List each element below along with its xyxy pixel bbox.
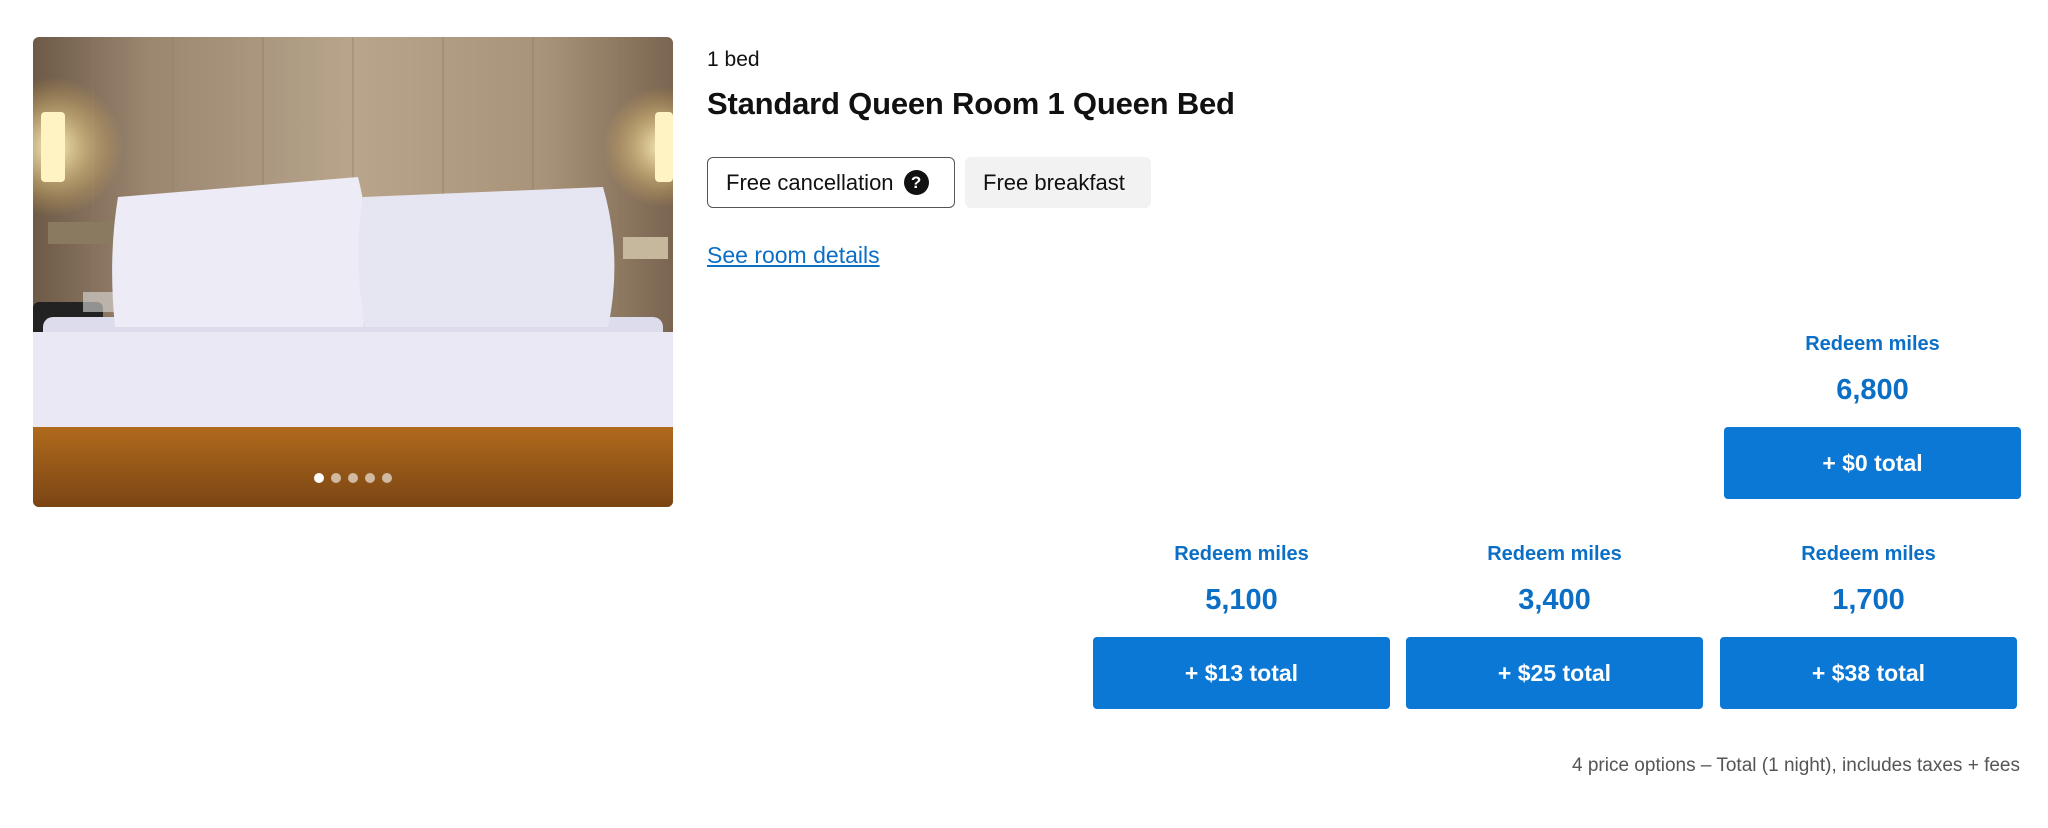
redeem-miles-label: Redeem miles	[1805, 333, 1940, 355]
carousel-dot-5[interactable]	[382, 473, 392, 483]
redeem-miles-label: Redeem miles	[1487, 543, 1622, 565]
room-photo	[33, 37, 673, 507]
carousel-dots	[33, 473, 673, 483]
free-cancellation-chip[interactable]: Free cancellation ?	[707, 157, 955, 208]
free-cancellation-label: Free cancellation	[726, 169, 894, 195]
room-photo-carousel[interactable]	[33, 37, 673, 507]
bed-count: 1 bed	[707, 48, 760, 71]
free-breakfast-chip: Free breakfast	[965, 157, 1151, 208]
price-option: Redeem miles 1,700 + $38 total	[1720, 543, 2017, 709]
miles-amount: 6,800	[1836, 374, 1909, 406]
miles-amount: 1,700	[1832, 584, 1905, 616]
room-title: Standard Queen Room 1 Queen Bed	[707, 86, 1235, 121]
price-option: Redeem miles 3,400 + $25 total	[1406, 543, 1703, 709]
select-price-button[interactable]: + $25 total	[1406, 637, 1703, 709]
carousel-dot-4[interactable]	[365, 473, 375, 483]
select-price-button[interactable]: + $38 total	[1720, 637, 2017, 709]
carousel-dot-3[interactable]	[348, 473, 358, 483]
miles-amount: 3,400	[1518, 584, 1591, 616]
price-option: Redeem miles 6,800 + $0 total	[1724, 333, 2021, 499]
redeem-miles-label: Redeem miles	[1801, 543, 1936, 565]
select-price-button[interactable]: + $0 total	[1724, 427, 2021, 499]
redeem-miles-label: Redeem miles	[1174, 543, 1309, 565]
carousel-dot-2[interactable]	[331, 473, 341, 483]
free-breakfast-label: Free breakfast	[983, 169, 1125, 195]
question-circle-icon[interactable]: ?	[903, 170, 929, 195]
carousel-dot-1[interactable]	[314, 473, 324, 483]
price-option: Redeem miles 5,100 + $13 total	[1093, 543, 1390, 709]
miles-amount: 5,100	[1205, 584, 1278, 616]
see-room-details-link[interactable]: See room details	[707, 242, 880, 269]
select-price-button[interactable]: + $13 total	[1093, 637, 1390, 709]
price-options-footnote: 4 price options – Total (1 night), inclu…	[1572, 755, 2020, 776]
